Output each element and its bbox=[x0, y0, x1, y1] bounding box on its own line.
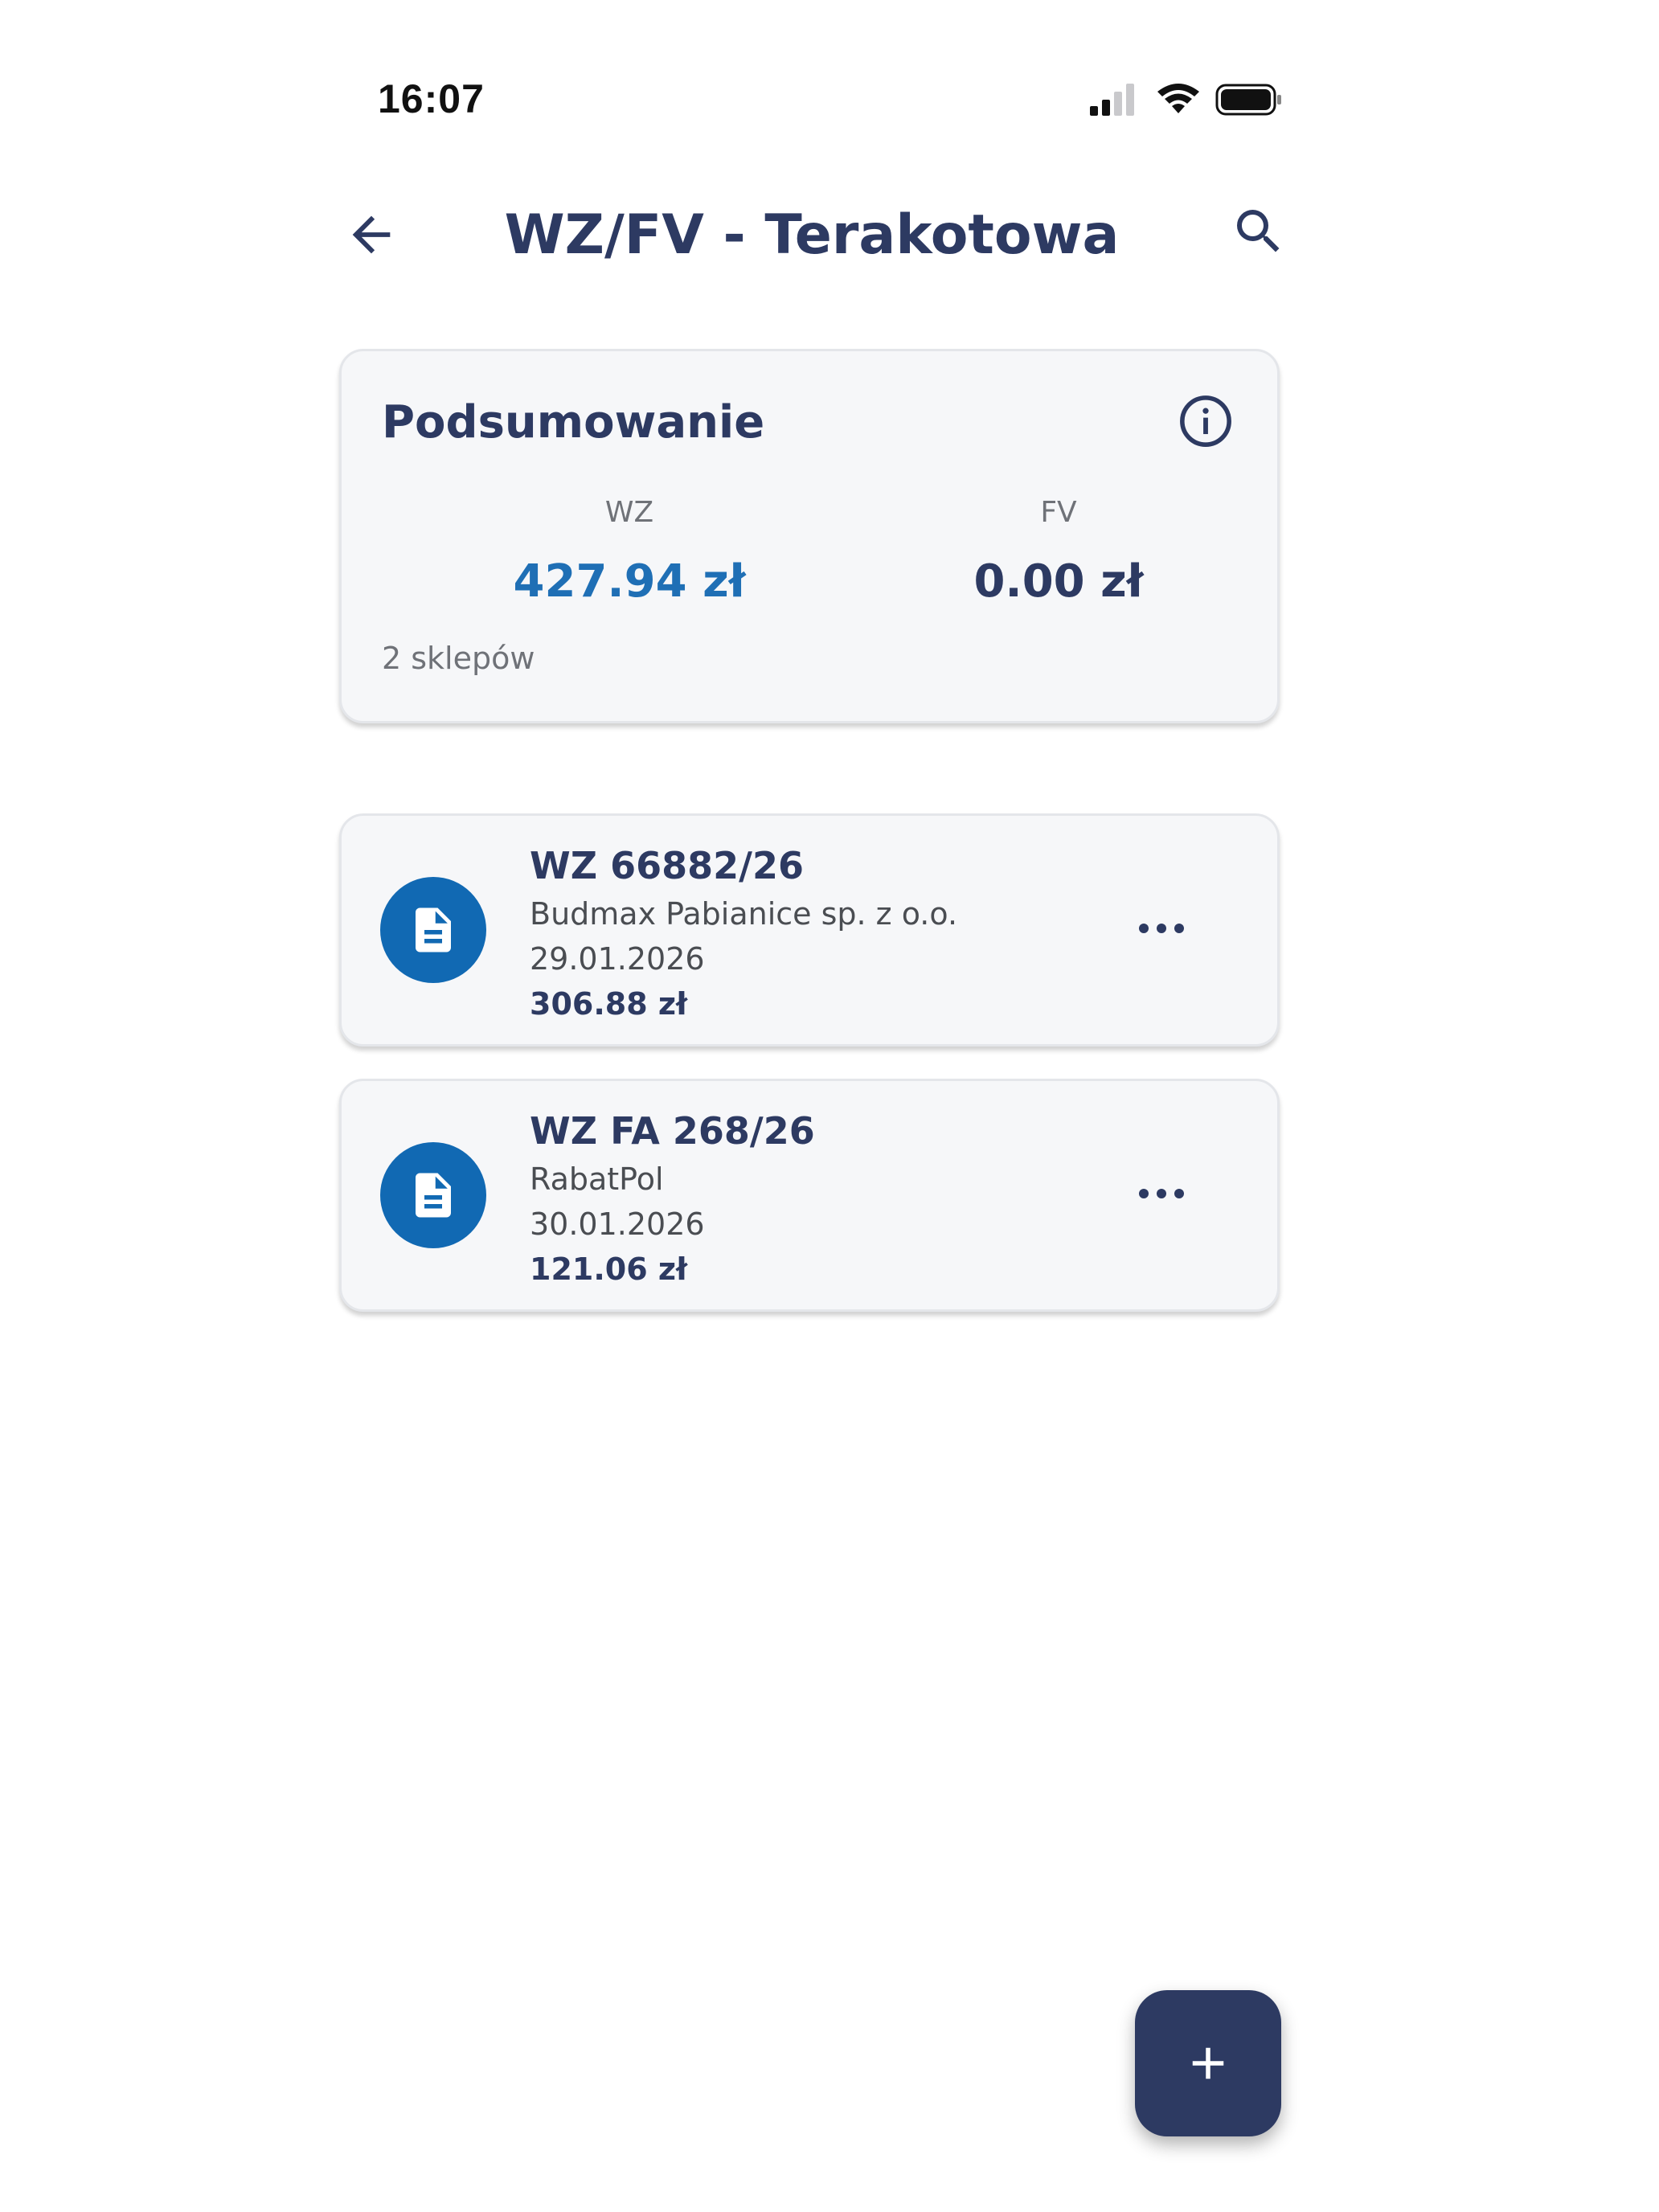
search-icon bbox=[1237, 210, 1280, 252]
summary-card: Podsumowanie WZ 427.94 zł FV 0.00 zł 2 s… bbox=[339, 349, 1280, 723]
wz-total-value: 427.94 zł bbox=[513, 555, 746, 608]
document-avatar bbox=[380, 1142, 486, 1248]
wz-label: WZ bbox=[604, 496, 654, 529]
document-date: 29.01.2026 bbox=[530, 941, 705, 977]
cellular-signal-icon bbox=[1090, 84, 1134, 116]
shops-count: 2 sklepów bbox=[382, 641, 535, 676]
document-menu-button[interactable] bbox=[1129, 1169, 1194, 1218]
summary-wz: WZ 427.94 zł bbox=[469, 494, 790, 608]
back-button[interactable] bbox=[339, 203, 403, 267]
summary-title: Podsumowanie bbox=[382, 396, 765, 449]
document-card[interactable]: WZ 66882/26 Budmax Pabianice sp. z o.o. … bbox=[339, 813, 1280, 1047]
battery-icon bbox=[1215, 84, 1281, 116]
document-details: WZ 66882/26 Budmax Pabianice sp. z o.o. … bbox=[530, 840, 957, 1026]
add-document-button[interactable] bbox=[1135, 1990, 1281, 2136]
document-number: WZ FA 268/26 bbox=[530, 1109, 815, 1153]
more-horizontal-icon bbox=[1139, 924, 1184, 933]
document-company: Budmax Pabianice sp. z o.o. bbox=[530, 896, 958, 932]
search-button[interactable] bbox=[1227, 199, 1291, 264]
document-icon bbox=[416, 1173, 451, 1218]
fv-total-value: 0.00 zł bbox=[973, 555, 1144, 608]
document-icon bbox=[416, 907, 451, 952]
summary-fv: FV 0.00 zł bbox=[898, 494, 1219, 608]
info-icon[interactable] bbox=[1178, 393, 1234, 449]
fv-label: FV bbox=[1040, 496, 1077, 529]
document-details: WZ FA 268/26 RabatPol 30.01.2026 121.06 … bbox=[530, 1105, 815, 1292]
app-screen: 16:07 WZ/FV - Terakotowa Podsumowanie WZ… bbox=[0, 0, 1659, 2212]
document-number: WZ 66882/26 bbox=[530, 844, 804, 887]
document-card[interactable]: WZ FA 268/26 RabatPol 30.01.2026 121.06 … bbox=[339, 1079, 1280, 1312]
document-amount: 306.88 zł bbox=[530, 986, 688, 1022]
more-horizontal-icon bbox=[1139, 1189, 1184, 1198]
document-menu-button[interactable] bbox=[1129, 904, 1194, 952]
wifi-icon bbox=[1157, 84, 1199, 113]
document-amount: 121.06 zł bbox=[530, 1251, 688, 1287]
plus-icon bbox=[1192, 2047, 1224, 2079]
document-company: RabatPol bbox=[530, 1161, 664, 1197]
arrow-left-icon bbox=[352, 215, 391, 254]
status-time: 16:07 bbox=[378, 76, 485, 121]
page-title: WZ/FV - Terakotowa bbox=[504, 203, 1120, 267]
document-date: 30.01.2026 bbox=[530, 1206, 705, 1242]
document-avatar bbox=[380, 877, 486, 983]
status-icons bbox=[1090, 84, 1281, 116]
